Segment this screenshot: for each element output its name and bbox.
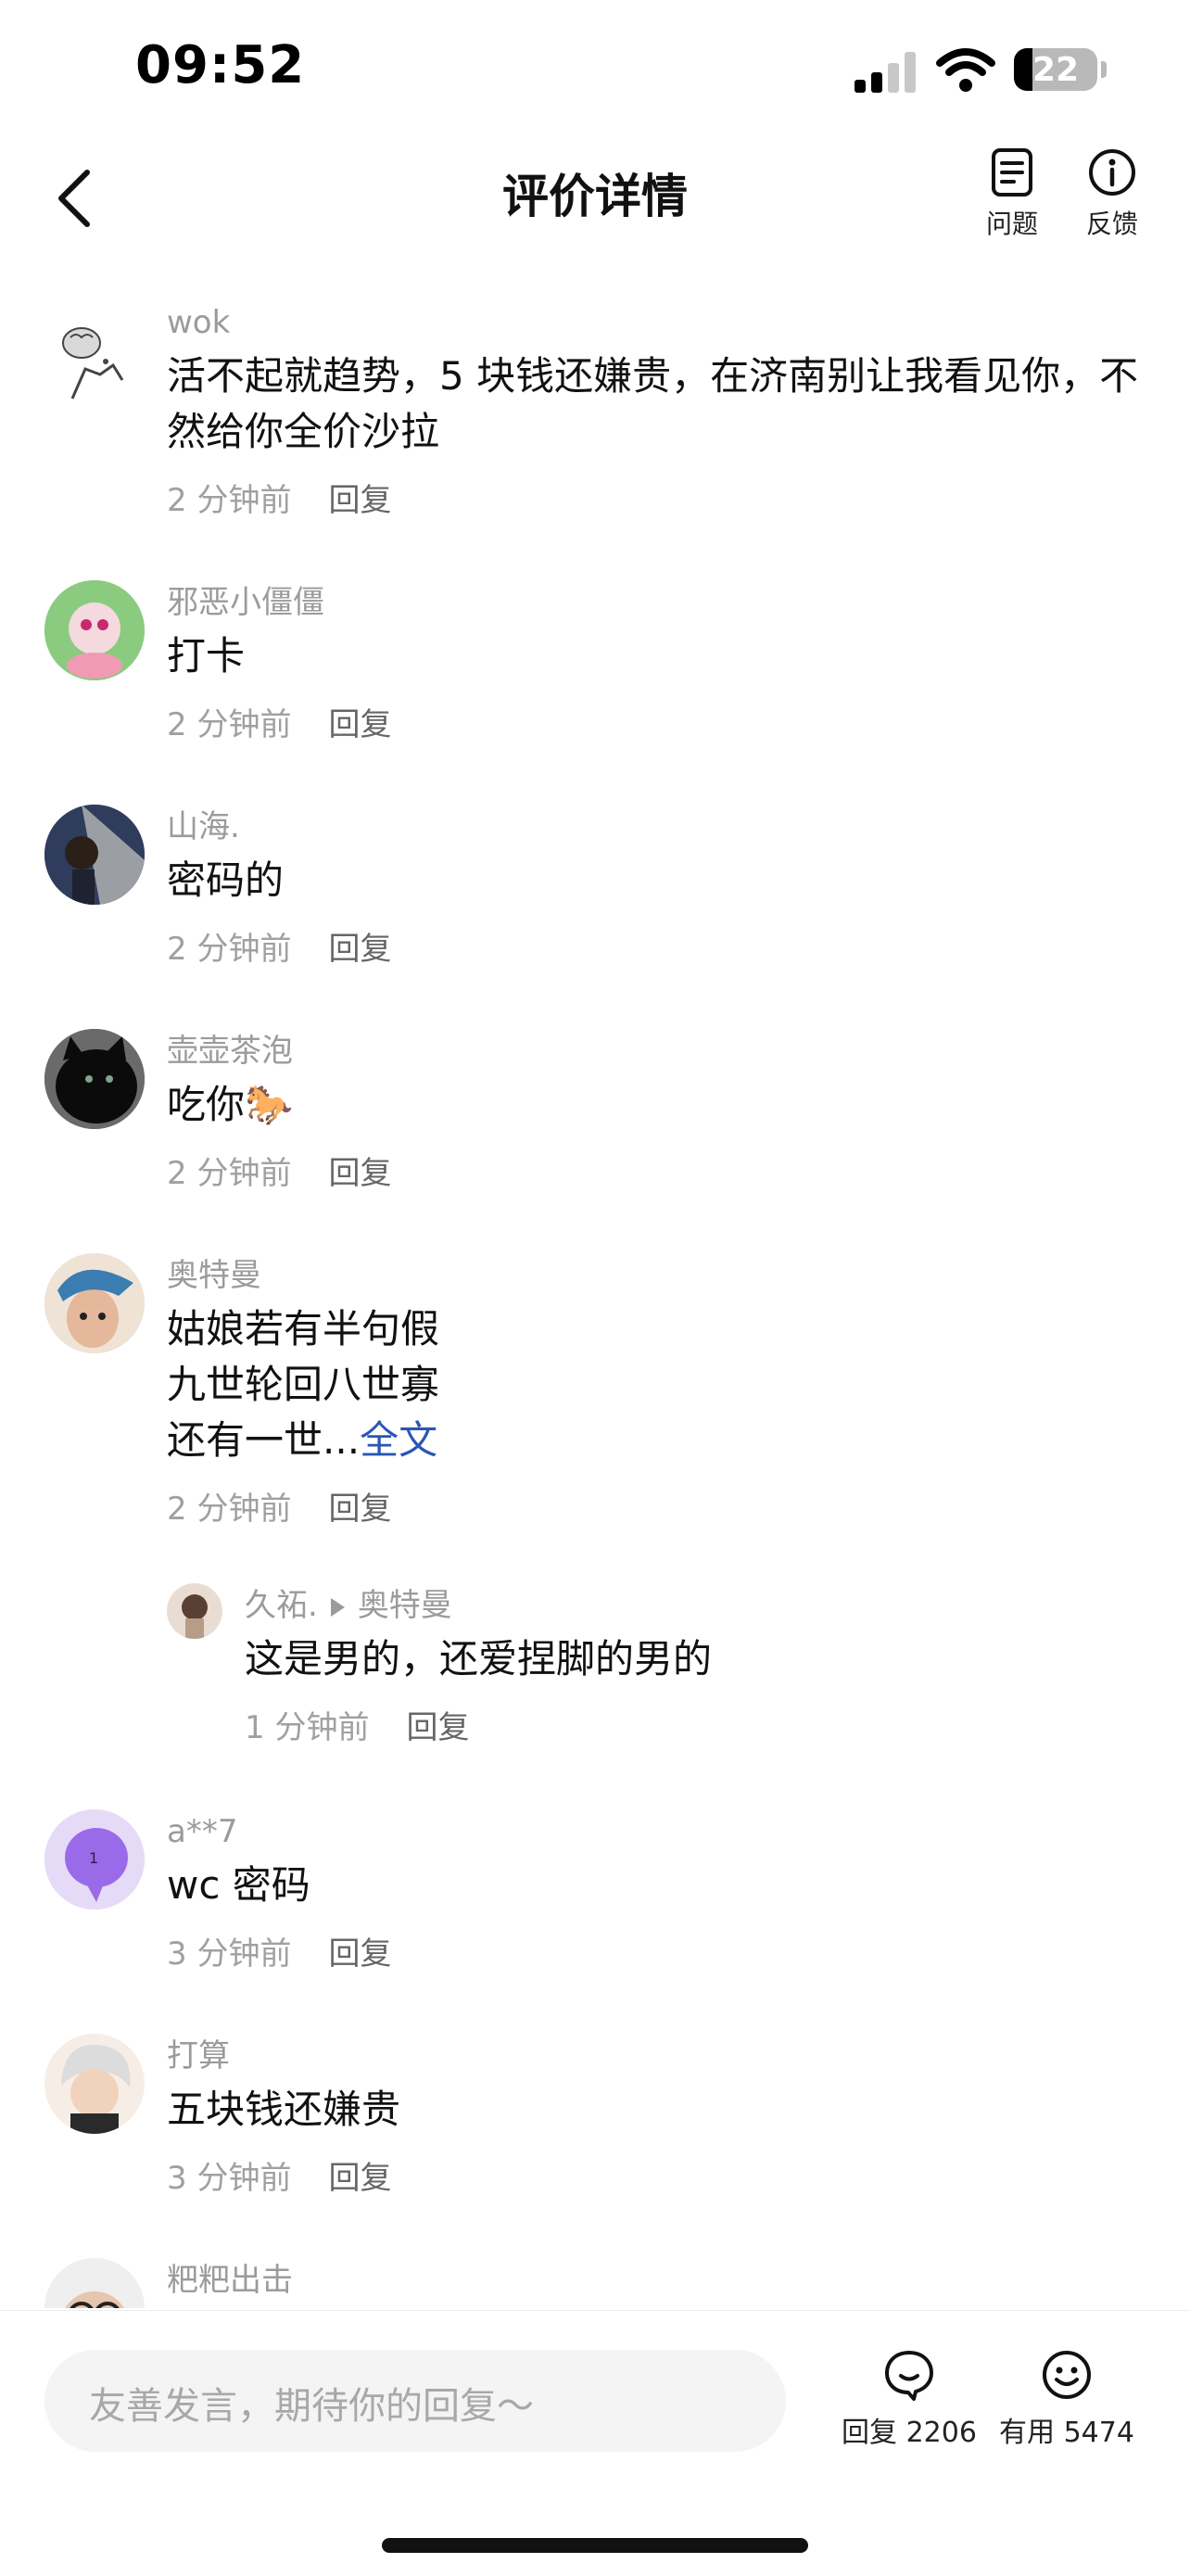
reply-count-button[interactable]: 回复 2206 — [840, 2348, 979, 2450]
avatar[interactable] — [44, 310, 145, 410]
avatar[interactable] — [167, 1583, 222, 1639]
useful-button[interactable]: 有用 5474 — [997, 2348, 1136, 2450]
comment-time: 2 分钟前 — [167, 931, 292, 968]
feedback-label: 反馈 — [1085, 209, 1138, 239]
smile-icon — [1043, 2351, 1091, 2399]
reply-count-label: 回复 2206 — [842, 2417, 977, 2449]
battery-level: 22 — [1032, 51, 1080, 89]
question-button[interactable]: 问题 — [966, 146, 1058, 241]
sub-reply-text: 这是男的，还爱捏脚的男的 — [245, 1636, 713, 1681]
info-icon — [1089, 149, 1135, 196]
comment-line: 还有一世... — [167, 1417, 361, 1463]
reply-button[interactable]: 回复 — [406, 1709, 469, 1746]
reply-input[interactable]: 友善发言，期待你的回复～ — [44, 2350, 786, 2452]
reply-button[interactable]: 回复 — [328, 1935, 391, 1973]
wifi-icon — [936, 48, 995, 92]
comment-username[interactable]: 奥特曼 — [167, 1253, 1142, 1298]
reply-button[interactable]: 回复 — [328, 706, 391, 743]
feedback-button[interactable]: 反馈 — [1066, 146, 1158, 241]
comment-time: 3 分钟前 — [167, 1935, 292, 1973]
battery-icon: 22 — [1014, 48, 1097, 91]
comment-username[interactable]: 打算 — [167, 2034, 1142, 2078]
comment-username[interactable]: 粑粑出击 — [167, 2258, 1142, 2303]
comment-line: 姑娘若有半句假 — [167, 1306, 440, 1351]
avatar[interactable]: 1 — [44, 1809, 145, 1910]
comment-username[interactable]: 山海. — [167, 805, 1142, 849]
comment-text: 姑娘若有半句假 九世轮回八世寡 还有一世...全文 — [167, 1301, 1142, 1468]
avatar[interactable] — [44, 1029, 145, 1129]
comment-username[interactable]: a**7 — [167, 1809, 1142, 1854]
comment-text: 打卡 — [167, 633, 246, 679]
comment-time: 2 分钟前 — [167, 1155, 292, 1192]
comment-text: 活不起就趋势，5 块钱还嫌贵，在济南别让我看见你，不然给你全价沙拉 — [167, 353, 1139, 454]
comment-time: 2 分钟前 — [167, 482, 292, 519]
reply-button[interactable]: 回复 — [328, 1155, 391, 1192]
sub-reply-item: 久祏. 奥特曼 这是男的，还爱捏脚的男的 1 分钟前 回复 — [167, 1583, 1142, 1750]
reply-to-arrow-icon — [330, 1597, 345, 1617]
comment-text: 五块钱还嫌贵 — [167, 2087, 401, 2132]
cellular-signal-icon — [855, 52, 919, 93]
reply-button[interactable]: 回复 — [328, 931, 391, 968]
question-label: 问题 — [985, 209, 1038, 239]
reply-button[interactable]: 回复 — [328, 482, 391, 519]
svg-text:1: 1 — [89, 1849, 98, 1867]
status-time: 09:52 — [135, 35, 306, 95]
comment-text: wc 密码 — [167, 1862, 310, 1908]
avatar[interactable] — [44, 2034, 145, 2134]
comment-bubble-icon — [885, 2351, 933, 2401]
comment-line: 九世轮回八世寡 — [167, 1362, 440, 1407]
reply-to-username[interactable]: 奥特曼 — [358, 1587, 452, 1624]
reply-input-placeholder: 友善发言，期待你的回复～ — [89, 2385, 534, 2428]
comment-username[interactable]: 壶壶茶泡 — [167, 1029, 1142, 1073]
avatar[interactable] — [44, 2258, 145, 2308]
comment-text: 吃你🐎 — [167, 1082, 294, 1127]
comment-username[interactable]: 邪恶小僵僵 — [167, 580, 1142, 625]
comment-text: 密码的 — [167, 857, 285, 903]
comment-username[interactable]: wok — [167, 300, 1142, 345]
comment-time: 3 分钟前 — [167, 2160, 292, 2197]
sub-reply-username[interactable]: 久祏. — [245, 1587, 318, 1624]
avatar[interactable] — [44, 1253, 145, 1353]
comment-list: wok 活不起就趋势，5 块钱还嫌贵，在济南别让我看见你，不然给你全价沙拉 2 … — [0, 278, 1190, 2308]
comment-time: 2 分钟前 — [167, 1491, 292, 1528]
comment-time: 2 分钟前 — [167, 706, 292, 743]
document-icon — [992, 148, 1032, 197]
avatar[interactable] — [44, 805, 145, 905]
useful-count-label: 有用 5474 — [999, 2417, 1134, 2449]
nav-bar: 评价详情 问题 反馈 — [0, 139, 1190, 278]
avatar[interactable] — [44, 580, 145, 680]
status-bar: 09:52 22 — [0, 0, 1190, 139]
sub-reply-time: 1 分钟前 — [245, 1709, 370, 1746]
reply-button[interactable]: 回复 — [328, 2160, 391, 2197]
bottom-bar: 友善发言，期待你的回复～ 回复 2206 有用 5474 — [0, 2310, 1190, 2576]
home-indicator — [382, 2538, 808, 2553]
battery-tip — [1101, 61, 1107, 78]
reply-button[interactable]: 回复 — [328, 1491, 391, 1528]
expand-full-text-link[interactable]: 全文 — [360, 1417, 437, 1463]
